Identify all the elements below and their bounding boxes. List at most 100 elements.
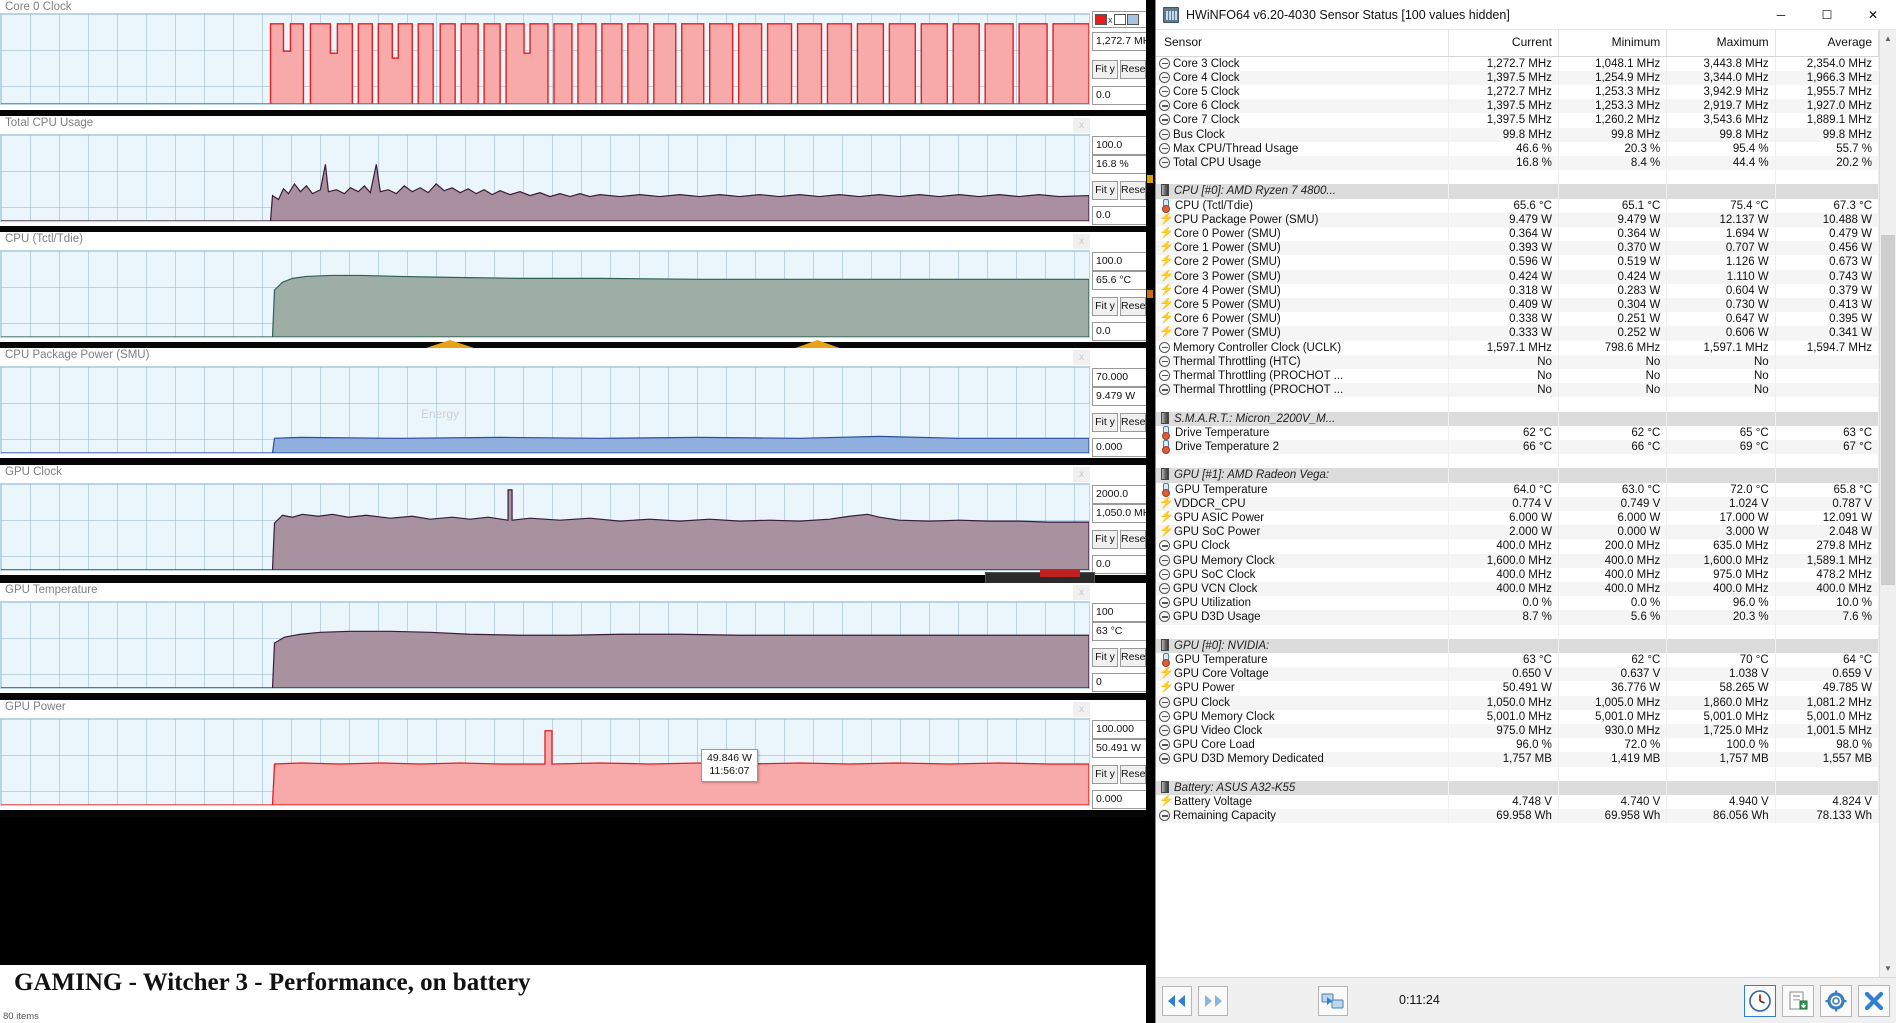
plot-area[interactable]: [0, 483, 1090, 571]
reset-button[interactable]: Reset: [1120, 60, 1148, 79]
table-row[interactable]: Core 3 Power (SMU)0.424 W0.424 W1.110 W0…: [1156, 269, 1879, 284]
table-row[interactable]: GPU Temperature 63 °C 62 °C 70 °C 64 °C: [1156, 653, 1879, 668]
table-row[interactable]: GPU Clock 1,050.0 MHz 1,005.0 MHz 1,860.0 M…: [1156, 695, 1879, 710]
column-header-current[interactable]: Current: [1448, 30, 1559, 57]
scroll-up-arrow[interactable]: ▲: [1880, 30, 1896, 47]
plot-area[interactable]: Energy: [0, 366, 1090, 454]
table-row[interactable]: GPU Core Load 96.0 % 72.0 % 100.0 % 98.0 %: [1156, 738, 1879, 753]
table-row[interactable]: GPU D3D Memory Dedicated 1,757 MB 1,419 MB…: [1156, 752, 1879, 767]
table-row[interactable]: Thermal Throttling (HTC) No No No: [1156, 354, 1879, 369]
table-row[interactable]: Core 6 Clock 1,397.5 MHz 1,253.3 MHz 2,919.…: [1156, 99, 1879, 114]
table-row[interactable]: GPU VCN Clock 400.0 MHz 400.0 MHz 400.0 MHz…: [1156, 582, 1879, 597]
plot-area[interactable]: [0, 13, 1090, 105]
scrollbar-thumb[interactable]: [1881, 235, 1895, 585]
scroll-down-arrow[interactable]: ▼: [1880, 960, 1896, 977]
vertical-scrollbar[interactable]: ▲ ▼: [1879, 30, 1896, 977]
table-row[interactable]: GPU Memory Clock 5,001.0 MHz 5,001.0 MHz 5,…: [1156, 709, 1879, 725]
table-row[interactable]: GPU Core Voltage0.650 V0.637 V1.038 V0.6…: [1156, 667, 1879, 682]
close-icon[interactable]: x: [1073, 350, 1090, 365]
table-row[interactable]: GPU Power50.491 W36.776 W58.265 W49.785 …: [1156, 681, 1879, 696]
table-row[interactable]: Total CPU Usage 16.8 % 8.4 % 44.4 % 20.2 %: [1156, 155, 1879, 171]
fit-y-button[interactable]: Fit y: [1092, 648, 1118, 667]
sensor-group-row[interactable]: Battery: ASUS A32-K55: [1156, 780, 1879, 796]
reset-button[interactable]: Reset: [1120, 413, 1148, 432]
close-icon[interactable]: x: [1073, 118, 1090, 133]
minimize-button[interactable]: ─: [1758, 0, 1804, 30]
close-icon[interactable]: x: [1073, 585, 1090, 600]
table-row[interactable]: VDDCR_CPU0.774 V0.749 V1.024 V0.787 V: [1156, 496, 1879, 511]
table-row[interactable]: GPU Video Clock 975.0 MHz 930.0 MHz 1,725.0…: [1156, 724, 1879, 739]
column-header-minimum[interactable]: Minimum: [1558, 30, 1668, 57]
table-row[interactable]: GPU ASIC Power6.000 W6.000 W17.000 W12.0…: [1156, 511, 1879, 526]
table-row[interactable]: GPU Memory Clock 1,600.0 MHz 400.0 MHz 1,60…: [1156, 553, 1879, 568]
reset-button[interactable]: Reset: [1120, 530, 1148, 549]
save-report-icon[interactable]: [1782, 985, 1814, 1017]
graph-legend[interactable]: x: [1092, 11, 1148, 28]
table-row[interactable]: Core 7 Clock 1,397.5 MHz 1,260.2 MHz 3,543.…: [1156, 113, 1879, 128]
table-row[interactable]: GPU Utilization 0.0 % 0.0 % 96.0 % 10.0 %: [1156, 596, 1879, 611]
reset-button[interactable]: Reset: [1120, 765, 1148, 784]
reset-button[interactable]: Reset: [1120, 297, 1148, 316]
table-row[interactable]: Bus Clock 99.8 MHz 99.8 MHz 99.8 MHz 99.8 MH…: [1156, 127, 1879, 142]
table-row[interactable]: Drive Temperature 62 °C 62 °C 65 °C 63 °C: [1156, 425, 1879, 440]
maximize-button[interactable]: ☐: [1804, 0, 1850, 30]
window-gap: [1146, 0, 1155, 1023]
column-header-maximum[interactable]: Maximum: [1666, 30, 1776, 57]
table-row[interactable]: Core 5 Power (SMU)0.409 W0.304 W0.730 W0…: [1156, 297, 1879, 313]
clock-icon[interactable]: [1744, 985, 1776, 1017]
fit-y-button[interactable]: Fit y: [1092, 297, 1118, 316]
close-x-icon[interactable]: [1858, 985, 1890, 1017]
sensor-table-scroll[interactable]: Sensor Current Minimum Maximum Average C…: [1156, 30, 1879, 977]
table-row[interactable]: GPU SoC Power2.000 W0.000 W3.000 W2.048 …: [1156, 525, 1879, 540]
table-row[interactable]: Remaining Capacity 69.958 Wh 69.958 Wh 86.0…: [1156, 809, 1879, 824]
table-row[interactable]: Thermal Throttling (PROCHOT ... No No No: [1156, 383, 1879, 398]
reset-button[interactable]: Reset: [1120, 181, 1148, 200]
table-row[interactable]: Core 3 Clock 1,272.7 MHz 1,048.1 MHz 3,443.…: [1156, 56, 1879, 71]
fit-y-button[interactable]: Fit y: [1092, 765, 1118, 784]
table-row[interactable]: GPU Temperature 64.0 °C 63.0 °C 72.0 °C 65.8…: [1156, 482, 1879, 497]
table-row[interactable]: Thermal Throttling (PROCHOT ... No No No: [1156, 368, 1879, 384]
plot-area[interactable]: [0, 601, 1090, 689]
table-row[interactable]: Core 1 Power (SMU)0.393 W0.370 W0.707 W0…: [1156, 241, 1879, 256]
table-row[interactable]: Core 0 Power (SMU)0.364 W0.364 W1.694 W0…: [1156, 226, 1879, 242]
fit-y-button[interactable]: Fit y: [1092, 413, 1118, 432]
table-row[interactable]: Core 5 Clock 1,272.7 MHz 1,253.3 MHz 3,942.…: [1156, 84, 1879, 100]
plot-area[interactable]: [0, 134, 1090, 222]
arrows-right-icon[interactable]: [1198, 985, 1228, 1016]
sensor-name-cell: GPU D3D Usage: [1156, 610, 1450, 625]
table-row[interactable]: Core 4 Power (SMU)0.318 W0.283 W0.604 W0…: [1156, 283, 1879, 298]
fit-y-button[interactable]: Fit y: [1092, 181, 1118, 200]
table-row[interactable]: Max CPU/Thread Usage 46.6 % 20.3 % 95.4 % 55…: [1156, 141, 1879, 156]
sensor-group-row[interactable]: CPU [#0]: AMD Ryzen 7 4800...: [1156, 184, 1879, 199]
table-row[interactable]: CPU Package Power (SMU)9.479 W9.479 W12.…: [1156, 212, 1879, 227]
column-header-sensor[interactable]: Sensor: [1156, 30, 1450, 57]
table-row[interactable]: Memory Controller Clock (UCLK) 1,597.1 MH…: [1156, 340, 1879, 355]
sensor-group-row[interactable]: GPU [#0]: NVIDIA:: [1156, 638, 1879, 654]
close-icon[interactable]: x: [1073, 467, 1090, 482]
fit-y-button[interactable]: Fit y: [1092, 60, 1118, 79]
table-row[interactable]: GPU D3D Usage 8.7 % 5.6 % 20.3 % 7.6 %: [1156, 610, 1879, 625]
plot-area[interactable]: 49.846 W 11:56:07: [0, 718, 1090, 806]
table-row[interactable]: Core 4 Clock 1,397.5 MHz 1,254.9 MHz 3,344.…: [1156, 70, 1879, 85]
sensors-refresh-icon[interactable]: [1318, 985, 1348, 1016]
table-row[interactable]: GPU SoC Clock 400.0 MHz 400.0 MHz 975.0 MHz…: [1156, 567, 1879, 583]
table-row[interactable]: Drive Temperature 2 66 °C 66 °C 69 °C 67 °C: [1156, 439, 1879, 455]
settings-gear-icon[interactable]: [1820, 985, 1852, 1017]
table-row[interactable]: GPU Clock 400.0 MHz 200.0 MHz 635.0 MHz 279.…: [1156, 539, 1879, 554]
sensor-group-row[interactable]: GPU [#1]: AMD Radeon Vega:: [1156, 468, 1879, 483]
plot-area[interactable]: [0, 250, 1090, 338]
table-row[interactable]: Core 2 Power (SMU)0.596 W0.519 W1.126 W0…: [1156, 255, 1879, 270]
reset-button[interactable]: Reset: [1120, 648, 1148, 667]
close-icon[interactable]: x: [1073, 234, 1090, 249]
close-button[interactable]: ✕: [1850, 0, 1896, 30]
arrows-left-icon[interactable]: [1162, 985, 1192, 1016]
sensor-group-row[interactable]: S.M.A.R.T.: Micron_2200V_M...: [1156, 411, 1879, 426]
fit-y-button[interactable]: Fit y: [1092, 530, 1118, 549]
column-header-average[interactable]: Average: [1775, 30, 1879, 57]
table-row[interactable]: Core 6 Power (SMU)0.338 W0.251 W0.647 W0…: [1156, 312, 1879, 327]
table-row[interactable]: Core 7 Power (SMU)0.333 W0.252 W0.606 W0…: [1156, 326, 1879, 341]
table-row[interactable]: Battery Voltage4.748 V4.740 V4.940 V4.82…: [1156, 795, 1879, 810]
table-row[interactable]: CPU (Tctl/Tdie) 65.6 °C 65.1 °C 75.4 °C 67.3…: [1156, 198, 1879, 213]
close-icon[interactable]: x: [1073, 702, 1090, 717]
sensor-current-cell: 1,600.0 MHz: [1448, 553, 1559, 568]
